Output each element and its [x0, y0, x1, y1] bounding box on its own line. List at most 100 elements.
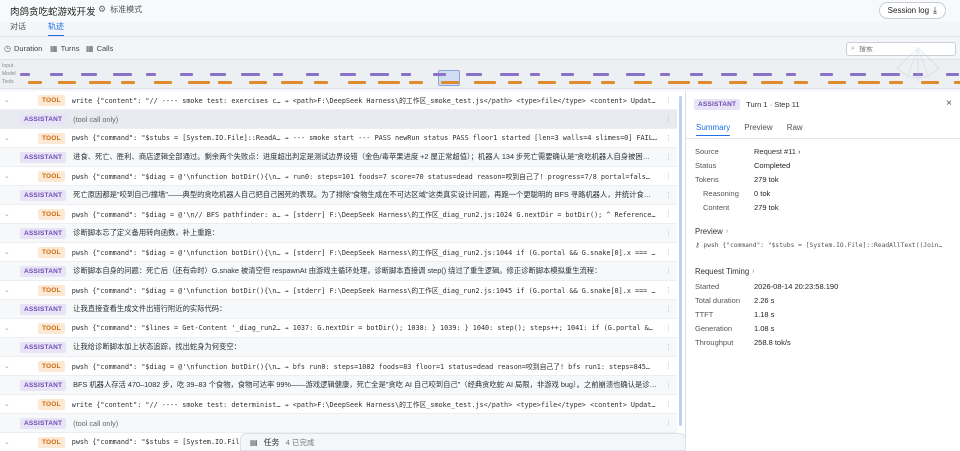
timeline-model-bar[interactable] — [340, 73, 356, 76]
task-bar[interactable]: ▤ 任务 4 已完成 — [240, 433, 686, 451]
timeline-model-bar[interactable] — [593, 73, 609, 76]
turns-toggle[interactable]: ▦ Turns — [50, 44, 79, 53]
timeline-model-bar[interactable] — [433, 73, 446, 76]
timeline-tool-bar[interactable] — [154, 81, 172, 84]
timeline-model-bar[interactable] — [113, 73, 132, 76]
timeline-tool-bar[interactable] — [729, 81, 747, 84]
row-menu-icon[interactable]: ⋮ — [665, 210, 673, 218]
timeline-tool-bar[interactable] — [188, 81, 210, 84]
row-menu-icon[interactable]: ⋮ — [665, 115, 673, 123]
expand-icon[interactable]: ⌄ — [4, 134, 10, 142]
timeline-tool-bar[interactable] — [218, 81, 232, 84]
timeline-tool-bar[interactable] — [58, 81, 76, 84]
expand-icon[interactable]: ⌄ — [4, 172, 10, 180]
timeline-tool-bar[interactable] — [441, 81, 459, 84]
row-menu-icon[interactable]: ⋮ — [665, 134, 673, 142]
trajectory-timeline[interactable]: Input Model Tools — [0, 59, 960, 89]
row-menu-icon[interactable]: ⋮ — [665, 96, 673, 104]
timeline-model-bar[interactable] — [20, 73, 30, 76]
expand-icon[interactable]: ⌄ — [4, 400, 10, 408]
timeline-model-bar[interactable] — [786, 73, 796, 76]
preview-section-toggle[interactable]: Preview › — [695, 227, 728, 236]
timeline-model-bar[interactable] — [561, 73, 574, 76]
timeline-model-bar[interactable] — [690, 73, 703, 76]
row-menu-icon[interactable]: ⋮ — [665, 419, 673, 427]
mode-indicator[interactable]: ⚙ 标准模式 — [98, 4, 142, 15]
timeline-tool-bar[interactable] — [828, 81, 846, 84]
timeline-model-bar[interactable] — [81, 73, 97, 76]
log-row-assistant[interactable]: ASSISTANT 让我直接查看生成文件出错行附近的实际代码： ⋮ — [0, 300, 677, 319]
expand-icon[interactable]: ⌄ — [4, 96, 10, 104]
row-menu-icon[interactable]: ⋮ — [665, 343, 673, 351]
timeline-model-bar[interactable] — [306, 73, 319, 76]
timeline-tool-bar[interactable] — [121, 81, 135, 84]
row-menu-icon[interactable]: ⋮ — [665, 362, 673, 370]
timeline-model-bar[interactable] — [146, 73, 156, 76]
timeline-model-bar[interactable] — [500, 73, 519, 76]
tab-preview[interactable]: Preview — [744, 123, 772, 136]
timeline-model-bar[interactable] — [241, 73, 260, 76]
timeline-tool-bar[interactable] — [89, 81, 111, 84]
log-row-assistant[interactable]: ASSISTANT BFS 机器人存活 470–1082 步，吃 39–83 个食… — [0, 376, 677, 395]
log-row-assistant[interactable]: ASSISTANT 让我给诊断脚本加上状态追踪，找出蛇身为何变空： ⋮ — [0, 338, 677, 357]
log-row-assistant[interactable]: ASSISTANT 死亡原因都是"咬到自己/撞墙"——典型的贪吃机器人自己把自己困… — [0, 186, 677, 205]
log-scrollbar[interactable] — [679, 96, 682, 426]
timeline-model-bar[interactable] — [401, 73, 411, 76]
row-menu-icon[interactable]: ⋮ — [665, 172, 673, 180]
log-row-tool[interactable]: ⌄ TOOL pwsh {"command": "$diag = @'\nfunct… — [0, 167, 677, 186]
timeline-tool-bar[interactable] — [28, 81, 42, 84]
timeline-model-bar[interactable] — [660, 73, 670, 76]
timeline-tool-bar[interactable] — [538, 81, 556, 84]
row-menu-icon[interactable]: ⋮ — [665, 305, 673, 313]
timeline-model-bar[interactable] — [820, 73, 833, 76]
log-row-tool[interactable]: ⌄ TOOL pwsh {"command": "$diag = @'\nfunct… — [0, 357, 677, 376]
timeline-tool-bar[interactable] — [474, 81, 496, 84]
timeline-tool-bar[interactable] — [858, 81, 880, 84]
expand-icon[interactable]: ⌄ — [4, 438, 10, 446]
timeline-tool-bar[interactable] — [698, 81, 712, 84]
expand-icon[interactable]: ⌄ — [4, 362, 10, 370]
timeline-model-bar[interactable] — [466, 73, 482, 76]
duration-toggle[interactable]: ◷ Duration — [4, 44, 42, 53]
timeline-model-bar[interactable] — [180, 73, 193, 76]
timeline-tool-bar[interactable] — [409, 81, 423, 84]
calls-toggle[interactable]: ▦ Calls — [86, 44, 113, 53]
timeline-tool-bar[interactable] — [348, 81, 366, 84]
log-row-assistant[interactable]: ASSISTANT 进食、死亡、胜利、商店逻辑全部通过。剩余两个失败点：进度超出判… — [0, 148, 677, 167]
timing-section-toggle[interactable]: Request Timing › — [695, 267, 755, 276]
log-row-tool[interactable]: ⌄ TOOL pwsh {"command": "$lines = Get-Cont… — [0, 319, 677, 338]
log-row-assistant[interactable]: ASSISTANT 诊断脚本忘了定义备用转向函数，补上重跑： ⋮ — [0, 224, 677, 243]
log-row-tool[interactable]: ⌄ TOOL write {"content": "// ---- smoke te… — [0, 91, 677, 110]
timeline-model-bar[interactable] — [721, 73, 737, 76]
timeline-model-bar[interactable] — [946, 73, 959, 76]
timeline-tool-bar[interactable] — [668, 81, 690, 84]
log-row-tool[interactable]: ⌄ TOOL pwsh {"command": "$stubs = [System.… — [0, 129, 677, 148]
expand-icon[interactable]: ⌄ — [4, 210, 10, 218]
timeline-tool-bar[interactable] — [569, 81, 591, 84]
session-log-button[interactable]: Session log ⤓ — [878, 2, 946, 19]
row-menu-icon[interactable]: ⋮ — [665, 381, 673, 389]
timeline-tool-bar[interactable] — [601, 81, 615, 84]
row-menu-icon[interactable]: ⋮ — [665, 153, 673, 161]
timeline-model-bar[interactable] — [530, 73, 540, 76]
timeline-model-bar[interactable] — [850, 73, 866, 76]
expand-icon[interactable]: ⌄ — [4, 324, 10, 332]
tab-trajectory[interactable]: 轨迹 — [48, 21, 64, 36]
close-icon[interactable]: × — [946, 98, 952, 109]
log-row-assistant[interactable]: ASSISTANT (tool call only) ⋮ — [0, 110, 677, 129]
timeline-tool-bar[interactable] — [249, 81, 267, 84]
log-row-tool[interactable]: ⌄ TOOL write {"content": "// ---- smoke te… — [0, 395, 677, 414]
log-row-assistant[interactable]: ASSISTANT (tool call only) ⋮ — [0, 414, 677, 433]
timeline-tool-bar[interactable] — [508, 81, 522, 84]
log-row-tool[interactable]: ⌄ TOOL pwsh {"command": "$diag = @'\n// BF… — [0, 205, 677, 224]
timeline-tool-bar[interactable] — [378, 81, 400, 84]
log-row-assistant[interactable]: ASSISTANT 诊断脚本自身的问题：死亡后（还有命时）G.snake 被清空但… — [0, 262, 677, 281]
tab-raw[interactable]: Raw — [787, 123, 803, 136]
timeline-tool-bar[interactable] — [761, 81, 783, 84]
timeline-model-bar[interactable] — [370, 73, 389, 76]
expand-icon[interactable]: ⌄ — [4, 248, 10, 256]
row-menu-icon[interactable]: ⋮ — [665, 400, 673, 408]
timeline-tool-bar[interactable] — [794, 81, 808, 84]
row-menu-icon[interactable]: ⋮ — [665, 229, 673, 237]
timeline-model-bar[interactable] — [626, 73, 645, 76]
